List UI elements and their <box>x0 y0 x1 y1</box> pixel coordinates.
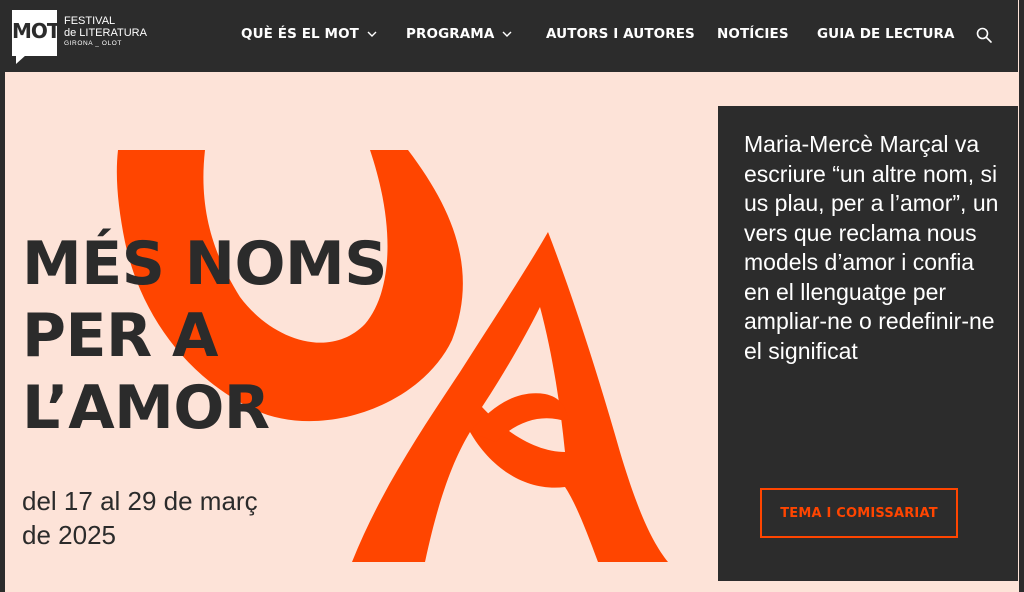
nav-item-label: PROGRAMA <box>406 26 495 42</box>
chevron-down-icon <box>367 31 377 37</box>
theme-quote-card: Maria-Mercè Marçal va escriure “un altre… <box>718 106 1018 581</box>
chevron-down-icon <box>502 31 512 37</box>
logo-line-festival: FESTIVAL <box>64 15 116 27</box>
logo-text: FESTIVAL de LITERATURA GIRONA _ OLOT <box>64 15 147 49</box>
logo-line-literatura: de LITERATURA <box>64 27 147 39</box>
hero-title: MÉS NOMS PER A L’AMOR <box>22 228 387 444</box>
theme-quote-text: Maria-Mercè Marçal va escriure “un altre… <box>744 131 999 364</box>
tema-i-comissariat-button[interactable]: TEMA I COMISSARIAT <box>760 488 958 538</box>
festival-dates: del 17 al 29 de març de 2025 <box>22 484 312 552</box>
logo-mark: MOT <box>12 19 61 43</box>
nav-item-label: QUÈ ÉS EL MOT <box>241 26 359 42</box>
logo-line-cities: GIRONA _ OLOT <box>64 40 123 47</box>
festival-dates-line-1: del 17 al 29 de març <box>22 486 258 516</box>
site-header: MOT FESTIVAL de LITERATURA GIRONA _ OLOT… <box>5 0 1018 72</box>
hero-title-line-3: L’AMOR <box>22 373 270 443</box>
festival-logo[interactable]: MOT FESTIVAL de LITERATURA GIRONA _ OLOT <box>12 10 152 66</box>
nav-item-que-es-el-mot[interactable]: QUÈ ÉS EL MOT <box>241 26 377 46</box>
nav-item-programa[interactable]: PROGRAMA <box>406 26 512 46</box>
hero-title-line-1: MÉS NOMS <box>22 229 387 299</box>
nav-item-autors-i-autores[interactable]: AUTORS I AUTORES <box>546 26 695 46</box>
nav-item-label: NOTÍCIES <box>717 26 789 42</box>
nav-item-noticies[interactable]: NOTÍCIES <box>717 26 789 46</box>
logo-speech-bubble: MOT <box>12 10 61 64</box>
nav-item-label: AUTORS I AUTORES <box>546 26 695 42</box>
hero-title-line-2: PER A <box>22 301 218 371</box>
nav-item-label: GUIA DE LECTURA <box>817 26 955 42</box>
festival-dates-line-2: de 2025 <box>22 520 116 550</box>
nav-item-guia-de-lectura[interactable]: GUIA DE LECTURA <box>817 26 955 46</box>
search-icon[interactable] <box>975 26 993 44</box>
